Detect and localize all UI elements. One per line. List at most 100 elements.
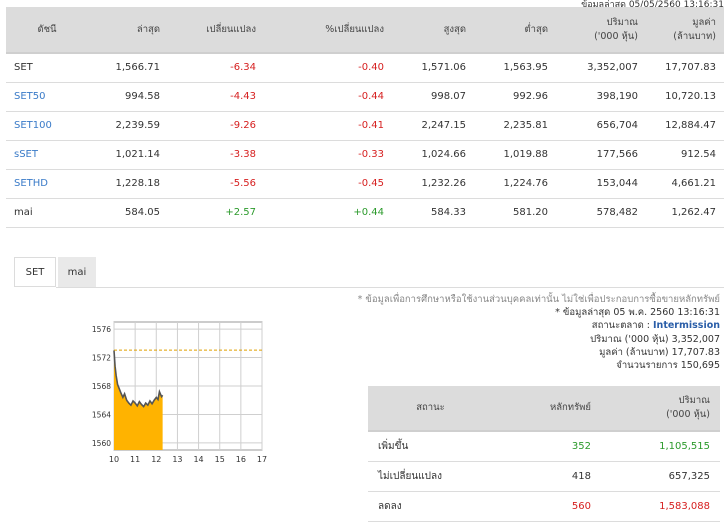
value-line: มูลค่า (ล้านบาท) 17,707.83 <box>340 346 720 359</box>
breadth-status: ไม่เปลี่ยนแปลง <box>368 461 493 492</box>
index-value: 17,707.83 <box>646 52 724 83</box>
chart-x-tick-label: 17 <box>257 455 267 464</box>
index-low: 992.96 <box>474 82 556 112</box>
tab-divider <box>56 287 724 288</box>
index-low: 1,019.88 <box>474 140 556 170</box>
tab-set[interactable]: SET <box>14 257 56 287</box>
index-last: 2,239.59 <box>88 111 168 141</box>
breadth-securities: 560 <box>493 491 601 522</box>
index-row-mai: mai 584.05 +2.57 +0.44 584.33 581.20 578… <box>6 198 724 228</box>
index-volume: 398,190 <box>556 82 646 112</box>
index-value: 10,720.13 <box>646 82 724 112</box>
index-row-set100: SET100 2,239.59 -9.26 -0.41 2,247.15 2,2… <box>6 111 724 141</box>
breadth-status: ลดลง <box>368 491 493 522</box>
chart-y-tick-label: 1564 <box>92 410 111 419</box>
disclaimer-text: * ข้อมูลเพื่อการศึกษาหรือใช้งานส่วนบุคคล… <box>357 294 720 305</box>
index-value: 12,884.47 <box>646 111 724 141</box>
index-low: 1,563.95 <box>474 52 556 83</box>
index-row-sethd: SETHD 1,228.18 -5.56 -0.45 1,232.26 1,22… <box>6 169 724 199</box>
trades-value: 150,695 <box>680 360 720 372</box>
index-high: 998.07 <box>392 82 474 112</box>
breadth-row-decline: ลดลง 560 1,583,088 <box>368 491 720 522</box>
col-header-pct-change[interactable]: %เปลี่ยนแปลง <box>264 7 392 53</box>
index-pct-change: +0.44 <box>264 198 392 228</box>
index-volume: 3,352,007 <box>556 52 646 83</box>
value-value: 17,707.83 <box>671 346 720 358</box>
index-high: 1,571.06 <box>392 52 474 83</box>
chart-x-tick-label: 10 <box>109 455 119 464</box>
chart-x-tick-label: 13 <box>172 455 182 464</box>
breadth-status: เพิ่มขึ้น <box>368 430 493 462</box>
index-row-set50: SET50 994.58 -4.43 -0.44 998.07 992.96 3… <box>6 82 724 112</box>
market-status-value: Intermission <box>653 320 720 332</box>
tab-mai[interactable]: mai <box>58 257 96 287</box>
index-volume: 177,566 <box>556 140 646 170</box>
breadth-volume: 1,583,088 <box>601 491 720 522</box>
index-last: 584.05 <box>88 198 168 228</box>
col-header-high[interactable]: สูงสุด <box>392 7 474 53</box>
breadth-row-unchanged: ไม่เปลี่ยนแปลง 418 657,325 <box>368 461 720 492</box>
chart-x-tick-label: 16 <box>236 455 246 464</box>
col-header-last[interactable]: ล่าสุด <box>88 7 168 53</box>
col-header-value-line2: (ล้านบาท) <box>673 30 716 42</box>
index-pct-change: -0.40 <box>264 52 392 83</box>
index-table: ดัชนี ล่าสุด เปลี่ยนแปลง %เปลี่ยนแปลง สู… <box>6 7 724 228</box>
index-name-link[interactable]: SET100 <box>6 111 88 141</box>
index-change: -4.43 <box>168 82 264 112</box>
index-pct-change: -0.45 <box>264 169 392 199</box>
index-last: 1,566.71 <box>88 52 168 83</box>
index-low: 2,235.81 <box>474 111 556 141</box>
index-value: 1,262.47 <box>646 198 724 228</box>
intraday-index-chart: 10 11 12 13 14 15 16 17 1560 1564 1568 1572 1576 <box>92 321 267 464</box>
index-name-link[interactable]: SET50 <box>6 82 88 112</box>
chart-x-tick-label: 15 <box>215 455 225 464</box>
index-name-link[interactable]: sSET <box>6 140 88 170</box>
index-high: 1,024.66 <box>392 140 474 170</box>
index-change: -3.38 <box>168 140 264 170</box>
index-name: SET <box>6 52 88 83</box>
col-header-status: สถานะ <box>368 386 493 431</box>
index-last: 994.58 <box>88 82 168 112</box>
chart-y-tick-label: 1568 <box>92 382 111 391</box>
col-header-value-line1: มูลค่า <box>692 16 716 28</box>
index-name-link[interactable]: SETHD <box>6 169 88 199</box>
market-breadth-table: สถานะ หลักทรัพย์ ปริมาณ ('000 หุ้น) เพิ่ม… <box>368 386 720 522</box>
index-change: -6.34 <box>168 52 264 83</box>
volume-line: ปริมาณ ('000 หุ้น) 3,352,007 <box>340 333 720 346</box>
col-header-breadth-volume-line1: ปริมาณ <box>678 395 710 406</box>
col-header-low[interactable]: ต่ำสุด <box>474 7 556 53</box>
index-low: 581.20 <box>474 198 556 228</box>
index-table-header: ดัชนี ล่าสุด เปลี่ยนแปลง %เปลี่ยนแปลง สู… <box>6 7 724 53</box>
breadth-row-advance: เพิ่มขึ้น 352 1,105,515 <box>368 430 720 462</box>
volume-value: 3,352,007 <box>671 333 720 345</box>
index-last: 1,021.14 <box>88 140 168 170</box>
col-header-volume-line1: ปริมาณ <box>606 16 638 28</box>
trades-label: จำนวนรายการ <box>616 360 678 372</box>
value-label: มูลค่า (ล้านบาท) <box>599 346 669 358</box>
index-pct-change: -0.41 <box>264 111 392 141</box>
trades-line: จำนวนรายการ 150,695 <box>340 359 720 372</box>
market-breadth-header: สถานะ หลักทรัพย์ ปริมาณ ('000 หุ้น) <box>368 386 720 431</box>
index-volume: 656,704 <box>556 111 646 141</box>
chart-y-tick-label: 1560 <box>92 439 111 448</box>
col-header-value[interactable]: มูลค่า (ล้านบาท) <box>646 7 724 53</box>
index-value: 912.54 <box>646 140 724 170</box>
col-header-volume[interactable]: ปริมาณ ('000 หุ้น) <box>556 7 646 53</box>
market-status-label: สถานะตลาด : <box>591 320 650 332</box>
volume-label: ปริมาณ ('000 หุ้น) <box>590 333 669 345</box>
col-header-change[interactable]: เปลี่ยนแปลง <box>168 7 264 53</box>
chart-y-tick-label: 1576 <box>92 325 111 334</box>
col-header-index[interactable]: ดัชนี <box>6 7 88 53</box>
breadth-securities: 352 <box>493 430 601 462</box>
index-change: +2.57 <box>168 198 264 228</box>
index-change: -9.26 <box>168 111 264 141</box>
market-summary: * ข้อมูลเพื่อการศึกษาหรือใช้งานส่วนบุคคล… <box>340 293 720 372</box>
breadth-securities: 418 <box>493 461 601 492</box>
index-row-sset: sSET 1,021.14 -3.38 -0.33 1,024.66 1,019… <box>6 140 724 170</box>
index-row-set: SET 1,566.71 -6.34 -0.40 1,571.06 1,563.… <box>6 52 724 83</box>
index-pct-change: -0.33 <box>264 140 392 170</box>
chart-x-tick-label: 14 <box>193 455 203 464</box>
col-header-volume-line2: ('000 หุ้น) <box>594 30 638 42</box>
market-status-line: สถานะตลาด : Intermission <box>340 319 720 332</box>
col-header-securities: หลักทรัพย์ <box>493 386 601 431</box>
